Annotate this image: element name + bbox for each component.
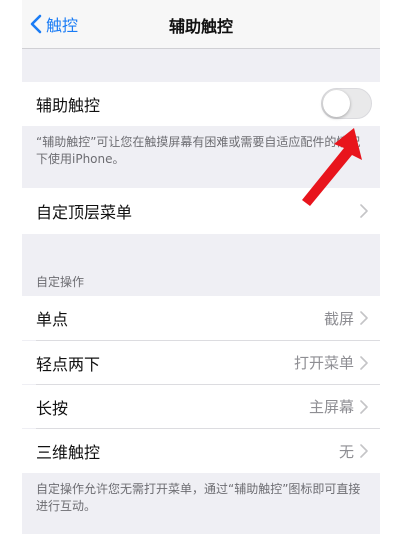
custom-actions-footnote: 自定操作允许您无需打开菜单，通过“辅助触控”图标即可直接进行互动。 [36, 482, 361, 513]
navigation-bar: 触控 辅助触控 [22, 0, 380, 49]
settings-screen: 触控 辅助触控 辅助触控 “辅助触控”可让您在触摸屏幕有困难或需要自适应配件的情… [22, 0, 380, 534]
action-label: 三维触控 [36, 443, 101, 462]
action-value: 截屏 [323, 309, 354, 328]
assistive-touch-toggle[interactable] [321, 88, 372, 119]
action-label: 长按 [36, 398, 69, 418]
assistive-touch-row: 辅助触控 [22, 82, 380, 126]
action-value: 无 [338, 442, 354, 461]
chevron-right-icon [360, 399, 368, 414]
action-row-single-tap[interactable]: 单点 截屏 [22, 296, 380, 340]
red-arrow-annotation [302, 128, 362, 206]
custom-actions-header: 自定操作 [36, 275, 85, 289]
action-row-double-tap[interactable]: 轻点两下 打开菜单 [22, 341, 380, 384]
toggle-knob [323, 90, 350, 117]
action-value: 打开菜单 [293, 354, 354, 372]
action-label: 轻点两下 [36, 354, 101, 374]
action-row-3d-touch[interactable]: 三维触控 无 [22, 429, 380, 473]
chevron-right-icon [360, 311, 368, 325]
chevron-right-icon [360, 444, 368, 458]
arrow-shape [302, 128, 362, 206]
action-value: 主屏幕 [308, 398, 354, 416]
action-row-long-press[interactable]: 长按 主屏幕 [22, 385, 380, 428]
chevron-right-icon [360, 355, 368, 370]
action-label: 单点 [36, 310, 69, 329]
page-title: 辅助触控 [168, 17, 233, 36]
